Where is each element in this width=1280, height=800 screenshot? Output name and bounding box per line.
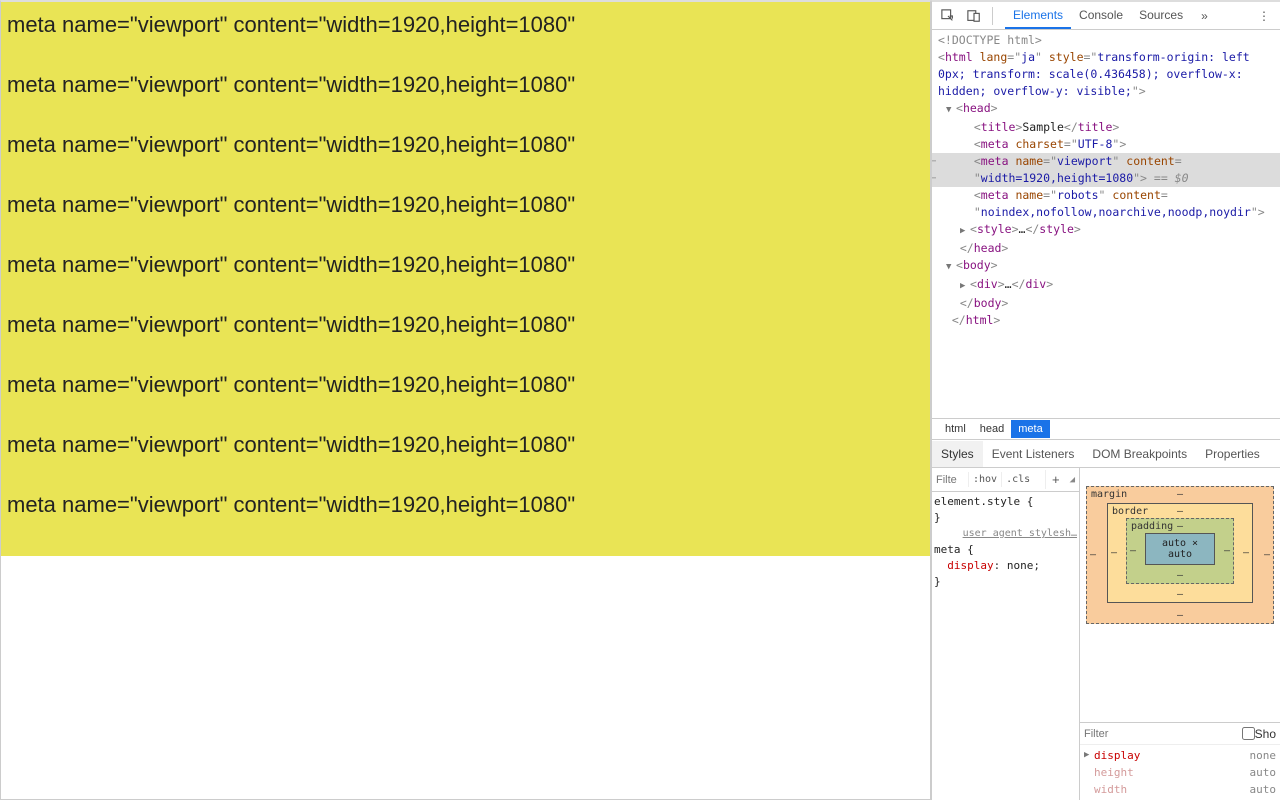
page-viewport: meta name="viewport" content="width=1920… [0,0,931,800]
computed-row-display[interactable]: ▶displaynone [1084,747,1276,764]
styles-tab-bar: StylesEvent ListenersDOM BreakpointsProp… [932,440,1280,468]
breadcrumb-html[interactable]: html [938,420,973,438]
dom-div[interactable]: <div>…</div> [932,276,1280,295]
dom-meta-viewport-selected[interactable]: <meta name="viewport" content= [932,153,1280,170]
styles-tab-dom-breakpoints[interactable]: DOM Breakpoints [1083,441,1196,467]
new-style-rule-button[interactable]: + [1045,470,1066,489]
devtools-tab-console[interactable]: Console [1071,3,1131,29]
devtools-toolbar: ElementsConsoleSources » ⋮ [932,2,1280,30]
computed-list-wrap: Sho ▶displaynoneheightautowidthauto [1080,722,1280,800]
breadcrumb-head[interactable]: head [973,420,1011,438]
chevron-right-icon[interactable] [960,276,970,295]
styles-filter-input[interactable] [932,472,968,488]
page-meta-text: meta name="viewport" content="width=1920… [7,192,924,218]
dom-meta-charset[interactable]: <meta charset="UTF-8"> [932,136,1280,153]
toolbar-divider [992,7,993,25]
show-all-label: Sho [1255,727,1276,741]
devtools-menu-icon[interactable]: ⋮ [1252,5,1276,27]
dom-meta-robots-1[interactable]: <meta name="robots" content= [932,187,1280,204]
devtools-tabs: ElementsConsoleSources [1005,3,1191,29]
computed-filter-row: Sho [1080,723,1280,745]
dom-head-open[interactable]: <head> [932,100,1280,119]
dom-doctype[interactable]: <!DOCTYPE html> [932,32,1280,49]
dom-body-close[interactable]: </body> [932,295,1280,312]
box-model-border-label: border [1112,506,1148,517]
ua-stylesheet-source[interactable]: user agent stylesh… [934,526,1077,542]
box-model-padding-label: padding [1131,521,1173,532]
devtools-tab-sources[interactable]: Sources [1131,3,1191,29]
devtools-panel: ElementsConsoleSources » ⋮ <!DOCTYPE htm… [931,0,1280,800]
dom-html-style-3[interactable]: hidden; overflow-y: visible;"> [932,83,1280,100]
page-meta-text: meta name="viewport" content="width=1920… [7,132,924,158]
cls-toggle[interactable]: .cls [1001,472,1034,487]
styles-lower-panes: :hov .cls + ◢ element.style { } user age… [932,468,1280,800]
styles-filter-row: :hov .cls + ◢ [932,468,1079,492]
dom-head-close[interactable]: </head> [932,240,1280,257]
page-meta-text: meta name="viewport" content="width=1920… [7,312,924,338]
box-model-margin-label: margin [1091,489,1127,500]
elements-dom-tree[interactable]: <!DOCTYPE html> <html lang="ja" style="t… [932,30,1280,418]
page-meta-text: meta name="viewport" content="width=1920… [7,372,924,398]
page-meta-text: meta name="viewport" content="width=1920… [7,492,924,518]
dom-body-open[interactable]: <body> [932,257,1280,276]
show-all-checkbox[interactable] [1242,727,1255,740]
computed-row-width[interactable]: widthauto [1084,781,1276,798]
page-meta-text: meta name="viewport" content="width=1920… [7,252,924,278]
devtools-tab-elements[interactable]: Elements [1005,3,1071,29]
styles-tab-event-listeners[interactable]: Event Listeners [983,441,1084,467]
styles-corner-icon: ◢ [1066,473,1079,487]
page-content: meta name="viewport" content="width=1920… [1,2,930,556]
chevron-right-icon: ▶ [1084,747,1094,764]
computed-pane: margin – – – – border – – – – padding [1080,468,1280,800]
box-model-diagram[interactable]: margin – – – – border – – – – padding [1080,468,1280,722]
hov-toggle[interactable]: :hov [968,472,1001,487]
dom-html-close[interactable]: </html> [932,312,1280,329]
dom-html-open[interactable]: <html lang="ja" style="transform-origin:… [932,49,1280,66]
device-toggle-icon[interactable] [962,4,986,28]
styles-tab-styles[interactable]: Styles [932,441,983,467]
dom-title[interactable]: <title>Sample</title> [932,119,1280,136]
box-model-content: auto × auto [1145,533,1215,565]
computed-filter-input[interactable] [1084,728,1238,740]
chevron-down-icon[interactable] [946,100,956,119]
dom-meta-robots-2[interactable]: "noindex,nofollow,noarchive,noodp,noydir… [932,204,1280,221]
dom-html-style-2[interactable]: 0px; transform: scale(0.436458); overflo… [932,66,1280,83]
elements-breadcrumb: htmlheadmeta [932,418,1280,440]
chevron-down-icon[interactable] [946,257,956,276]
computed-properties[interactable]: ▶displaynoneheightautowidthauto [1080,745,1280,800]
page-meta-text: meta name="viewport" content="width=1920… [7,72,924,98]
more-tabs-button[interactable]: » [1197,5,1212,27]
styles-tab-properties[interactable]: Properties [1196,441,1269,467]
dom-meta-viewport-line2[interactable]: "width=1920,height=1080"> == $0 [932,170,1280,187]
styles-pane: :hov .cls + ◢ element.style { } user age… [932,468,1080,800]
page-meta-text: meta name="viewport" content="width=1920… [7,12,924,38]
inspect-element-icon[interactable] [936,4,960,28]
breadcrumb-meta[interactable]: meta [1011,420,1049,438]
dom-style[interactable]: <style>…</style> [932,221,1280,240]
page-meta-text: meta name="viewport" content="width=1920… [7,432,924,458]
chevron-right-icon[interactable] [960,221,970,240]
computed-row-height[interactable]: heightauto [1084,764,1276,781]
styles-rules[interactable]: element.style { } user agent stylesh… me… [932,492,1079,592]
